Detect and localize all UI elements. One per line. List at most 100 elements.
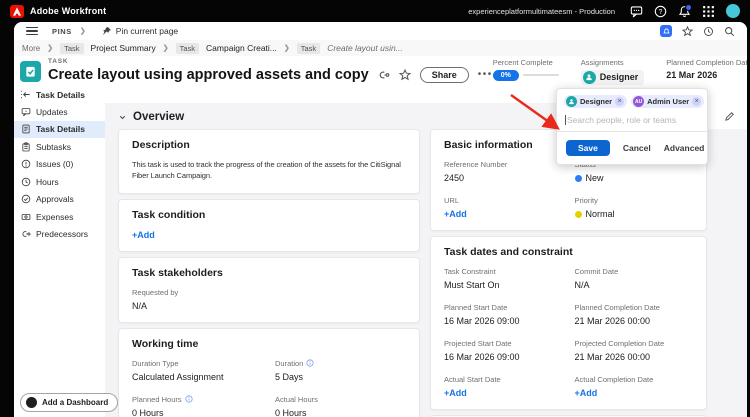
favorites-star-icon[interactable]: [682, 25, 693, 37]
assignee-search-input[interactable]: [567, 115, 699, 125]
section-chevron-icon[interactable]: [118, 113, 127, 122]
field-projected-start-date: Projected Start Date 16 Mar 2026 09:00: [444, 339, 520, 362]
breadcrumb: More ❯ Task Project Summary ❯ Task Campa…: [14, 40, 747, 57]
subtasks-icon: [21, 142, 31, 152]
info-icon[interactable]: [185, 395, 193, 403]
share-button[interactable]: Share: [419, 67, 469, 84]
predecessor-icon[interactable]: [378, 69, 390, 81]
breadcrumb-type-chip: Task: [296, 42, 321, 54]
search-icon[interactable]: [724, 26, 735, 37]
more-actions-icon[interactable]: •••: [478, 70, 493, 80]
assignments-editor-popup: Designer × AU Admin User × Save Cancel A…: [556, 88, 708, 165]
help-icon[interactable]: ?: [654, 5, 667, 18]
status-dot: [574, 174, 582, 182]
breadcrumb-link[interactable]: Campaign Creati...: [206, 43, 277, 53]
advanced-button[interactable]: Advanced: [664, 143, 705, 153]
field-duration-type: Duration Type Calculated Assignment: [132, 358, 224, 382]
save-button[interactable]: Save: [566, 140, 610, 156]
task-details-icon: [21, 124, 31, 134]
chevron-right-icon: ❯: [283, 45, 290, 52]
feedback-icon[interactable]: [630, 5, 643, 18]
svg-text:?: ?: [659, 8, 663, 15]
notifications-bell-icon[interactable]: [678, 3, 692, 18]
percent-complete-block: Percent Complete 0%: [492, 58, 559, 85]
designer-avatar: [582, 70, 596, 84]
task-dates-card: Task dates and constraint Task Constrain…: [430, 236, 707, 410]
favorite-star-icon[interactable]: [398, 69, 411, 81]
hours-icon: [21, 177, 31, 187]
assignee-chip[interactable]: Designer: [580, 69, 645, 85]
description-text: This task is used to track the progress …: [132, 160, 401, 180]
field-commit-date: Commit Date N/A: [574, 267, 619, 290]
assignee-chip-admin-user[interactable]: AU Admin User ×: [631, 95, 705, 108]
sidebar-item-approvals[interactable]: Approvals: [14, 191, 105, 209]
field-actual-start-date: Actual Start Date +Add: [444, 375, 563, 398]
planned-completion-block: Planned Completion Date 21 Mar 2026: [666, 58, 747, 85]
sidebar-item-hours[interactable]: Hours: [14, 173, 105, 191]
org-environment-label: experienceplatformultimateesm - Producti…: [468, 6, 615, 16]
left-nav: Updates Task Details Subtasks Issues (0): [14, 103, 105, 417]
breadcrumb-more[interactable]: More: [22, 44, 40, 53]
pins-label[interactable]: PINS: [52, 27, 72, 36]
panel-title: Task Details: [36, 89, 85, 100]
field-planned-start-date: Planned Start Date 16 Mar 2026 09:00: [444, 303, 520, 326]
user-avatar[interactable]: [726, 4, 740, 18]
adobe-logo-icon[interactable]: [10, 4, 24, 18]
recents-history-icon[interactable]: [703, 26, 714, 37]
card-title: Task condition: [132, 208, 206, 221]
card-title: Task dates and constraint: [444, 246, 573, 258]
add-task-condition-link[interactable]: +Add: [132, 230, 406, 240]
overview-title: Overview: [133, 111, 185, 123]
task-stakeholders-card: Task stakeholders Requested by N/A: [118, 256, 420, 323]
planned-completion-value[interactable]: 21 Mar 2026: [666, 70, 747, 80]
add-actual-completion-link[interactable]: +Add: [575, 388, 694, 398]
sidebar-item-expenses[interactable]: Expenses: [14, 208, 105, 226]
field-task-constraint: Task Constraint Must Start On: [444, 267, 500, 290]
sidebar-item-updates[interactable]: Updates: [14, 103, 105, 121]
issues-icon: [21, 159, 31, 169]
card-title: Description: [132, 139, 190, 151]
add-actual-start-link[interactable]: +Add: [444, 388, 563, 398]
admin-user-avatar: AU: [633, 96, 645, 107]
remove-assignee-icon[interactable]: ×: [692, 97, 702, 106]
collapse-panel-icon[interactable]: [20, 89, 31, 100]
global-top-bar: Adobe Workfront experienceplatformultima…: [0, 0, 750, 22]
sidebar-item-subtasks[interactable]: Subtasks: [14, 138, 105, 156]
approvals-icon: [21, 194, 31, 204]
chevron-right-icon: ❯: [79, 28, 86, 35]
description-card: Description This task is used to track t…: [118, 129, 420, 194]
field-reference-number: Reference Number 2450: [444, 160, 508, 183]
assignments-block: Assignments Designer: [580, 58, 645, 85]
breadcrumb-link[interactable]: Project Summary: [91, 43, 156, 53]
info-icon[interactable]: [306, 359, 314, 367]
main-menu-icon[interactable]: [26, 26, 38, 36]
sidebar-item-task-details[interactable]: Task Details: [14, 120, 105, 138]
field-url: URL +Add: [444, 196, 563, 219]
summary-badge-icon[interactable]: [660, 25, 672, 37]
add-url-link[interactable]: +Add: [444, 209, 563, 219]
percent-complete-pill[interactable]: 0%: [492, 69, 519, 81]
remove-assignee-icon[interactable]: ×: [615, 97, 625, 106]
assignee-chip-designer[interactable]: Designer ×: [564, 95, 628, 108]
sidebar-item-predecessors[interactable]: Predecessors: [14, 226, 105, 244]
text-cursor: [565, 115, 566, 125]
predecessors-icon: [21, 229, 31, 239]
chevron-right-icon: ❯: [162, 45, 169, 52]
field-projected-completion-date: Projected Completion Date 21 Mar 2026 00…: [574, 339, 665, 362]
app-window: PINS ❯ Pin current page More ❯ Task Proj…: [14, 22, 747, 417]
edit-pencil-icon[interactable]: [724, 111, 735, 122]
sidebar-item-issues[interactable]: Issues (0): [14, 156, 105, 174]
assignee-search: [557, 112, 707, 131]
app-switcher-icon[interactable]: [702, 5, 715, 18]
card-title: Working time: [132, 337, 199, 350]
breadcrumb-type-chip: Task: [60, 42, 84, 54]
task-header: TASK Create layout using approved assets…: [14, 56, 747, 87]
breadcrumb-type-chip: Task: [175, 42, 200, 54]
priority-dot: [574, 210, 582, 218]
chevron-right-icon: ❯: [47, 45, 54, 52]
add-dashboard-button[interactable]: + Add a Dashboard: [20, 393, 119, 412]
working-time-card: Working time Duration Type Calculated As…: [118, 327, 420, 417]
pin-current-page-button[interactable]: Pin current page: [102, 26, 178, 36]
pin-icon: [102, 27, 111, 36]
cancel-button[interactable]: Cancel: [623, 143, 651, 153]
